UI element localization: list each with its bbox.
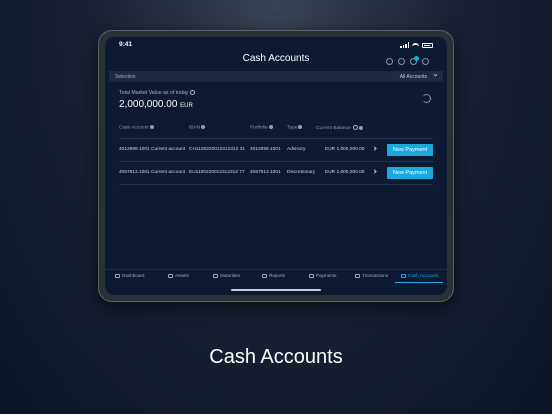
total-market-value-text: Total Market Value as of today (119, 90, 189, 96)
tab-maturities[interactable]: Maturities (213, 273, 240, 278)
caption: Cash Accounts (209, 346, 343, 368)
selection-value[interactable]: All Accounts (400, 74, 427, 80)
tab-label: Maturities (220, 273, 240, 278)
notification-icon[interactable] (410, 56, 419, 65)
column-header-iban[interactable]: IBAN (189, 125, 206, 131)
cell-portfolio: 4012899.1001 (250, 147, 281, 152)
chevron-down-icon (433, 72, 438, 77)
app-screen: 9:41 Cash Accounts Selection All Account… (105, 37, 447, 295)
column-header-portfolio[interactable]: Portfolio (250, 125, 273, 130)
cell-type: Advisory (287, 147, 306, 152)
tab-reports[interactable]: Reports (262, 273, 285, 278)
header-actions (386, 56, 429, 65)
status-time: 9:41 (119, 41, 133, 48)
maturities-icon (213, 273, 218, 278)
cell-type: Discretionary (287, 170, 315, 175)
tab-label: Assets (175, 273, 189, 278)
search-icon[interactable] (398, 58, 405, 65)
cell-iban: EU1100220012312312 77 (189, 170, 245, 175)
transactions-icon (355, 273, 360, 278)
tab-label: Reports (269, 273, 286, 278)
total-market-value-currency: EUR (180, 103, 193, 109)
reports-icon (262, 273, 267, 278)
cell-portfolio: 4067813.1001 (250, 170, 281, 175)
table-divider (119, 138, 433, 139)
chevron-right-icon[interactable] (372, 169, 377, 174)
sort-icon (201, 125, 206, 129)
battery-icon (422, 42, 433, 48)
signal-icon (400, 42, 409, 48)
payments-icon (309, 273, 314, 278)
home-indicator[interactable] (231, 289, 321, 291)
cash-accounts-icon (401, 273, 406, 278)
tab-assets[interactable]: Assets (168, 273, 189, 278)
cell-account: 4012899.1001 Current account (119, 147, 186, 152)
cell-balance: EUR 1,000,000.00 (325, 147, 365, 152)
status-bar: 9:41 (105, 41, 447, 51)
column-header-cash-account[interactable]: Cash Account (119, 125, 154, 130)
table-divider (119, 161, 433, 162)
refresh-icon[interactable] (422, 94, 431, 103)
table-divider (119, 184, 433, 185)
wifi-icon (412, 42, 419, 48)
tab-payments[interactable]: Payments (309, 273, 336, 278)
column-header-current-balance[interactable]: Current Balance (316, 125, 363, 131)
assets-icon (168, 273, 173, 278)
user-icon[interactable] (386, 58, 393, 65)
total-market-value: 2,000,000.00 EUR (119, 99, 193, 110)
help-icon[interactable] (422, 58, 429, 65)
tab-transactions[interactable]: Transactions (355, 273, 388, 278)
total-market-value-label: Total Market Value as of today (119, 90, 196, 96)
sort-icon (149, 125, 154, 129)
cell-balance: EUR 1,000,000.00 (325, 170, 365, 175)
total-market-value-amount: 2,000,000.00 (119, 99, 178, 110)
tab-label: Dashboard (122, 273, 145, 278)
column-header-label: IBAN (189, 125, 201, 131)
selection-label: Selection (115, 74, 136, 80)
new-payment-button[interactable]: New Payment (387, 144, 433, 156)
tab-label: Payments (316, 273, 337, 278)
active-tab-indicator (395, 282, 443, 283)
tab-label: Transactions (362, 273, 389, 278)
sort-icon (298, 125, 303, 129)
status-icons (400, 42, 433, 48)
column-header-label: Type (287, 125, 298, 131)
tab-label: Cash Accounts (408, 273, 439, 278)
cell-iban: CH1100220012312312 31 (189, 147, 245, 152)
column-header-label: Current Balance (316, 125, 351, 131)
selection-bar[interactable]: Selection All Accounts (109, 71, 443, 82)
chevron-right-icon[interactable] (372, 146, 377, 151)
info-icon[interactable] (190, 90, 196, 96)
tab-bar: Dashboard Assets Maturities Reports Paym… (105, 269, 447, 283)
column-header-label: Cash Account (119, 125, 149, 131)
notification-badge (414, 56, 419, 61)
dashboard-icon (115, 273, 120, 278)
info-icon[interactable] (352, 125, 358, 130)
sort-icon (268, 125, 273, 129)
new-payment-button[interactable]: New Payment (387, 167, 433, 179)
cell-account: 4067813.1001 Current account (119, 170, 186, 175)
tab-cash-accounts[interactable]: Cash Accounts (401, 273, 439, 278)
tab-dashboard[interactable]: Dashboard (115, 273, 144, 278)
tablet-frame: 9:41 Cash Accounts Selection All Account… (98, 30, 454, 302)
column-header-label: Portfolio (250, 125, 268, 131)
column-header-type[interactable]: Type (287, 125, 303, 131)
sort-icon (358, 125, 363, 130)
